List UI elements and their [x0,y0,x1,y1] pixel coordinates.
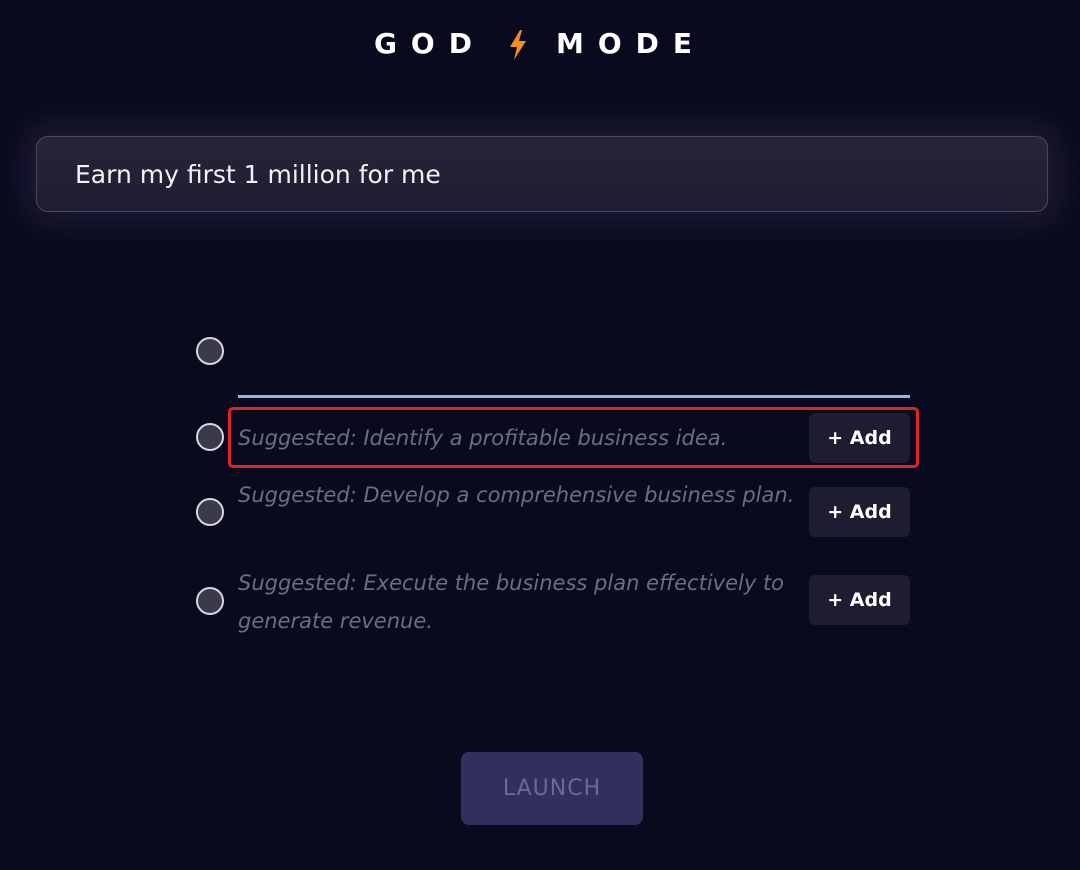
goal-input-container [36,136,1048,212]
suggestion-radio-1[interactable] [196,423,224,451]
title-god: GOD [373,27,486,60]
add-suggestion-button-2[interactable]: + Add [809,487,910,537]
suggestion-radio-2[interactable] [196,498,224,526]
app-title: GOD MODE [0,26,1080,62]
suggestion-radio-3[interactable] [196,587,224,615]
suggestion-text-2: Suggested: Develop a comprehensive busin… [238,483,795,507]
god-mode-page: GODMODE Suggested: Identify a profitable… [0,0,1080,870]
launch-button[interactable]: LAUNCH [461,752,643,825]
lightning-bolt-icon [509,30,526,60]
title-mode: MODE [555,27,707,60]
highlight-box [228,407,919,468]
new-task-input[interactable] [238,330,910,398]
new-task-radio[interactable] [196,337,224,365]
goal-input[interactable] [37,137,1047,211]
suggestion-text-3: Suggested: Execute the business plan eff… [238,571,785,633]
add-suggestion-button-3[interactable]: + Add [809,575,910,625]
